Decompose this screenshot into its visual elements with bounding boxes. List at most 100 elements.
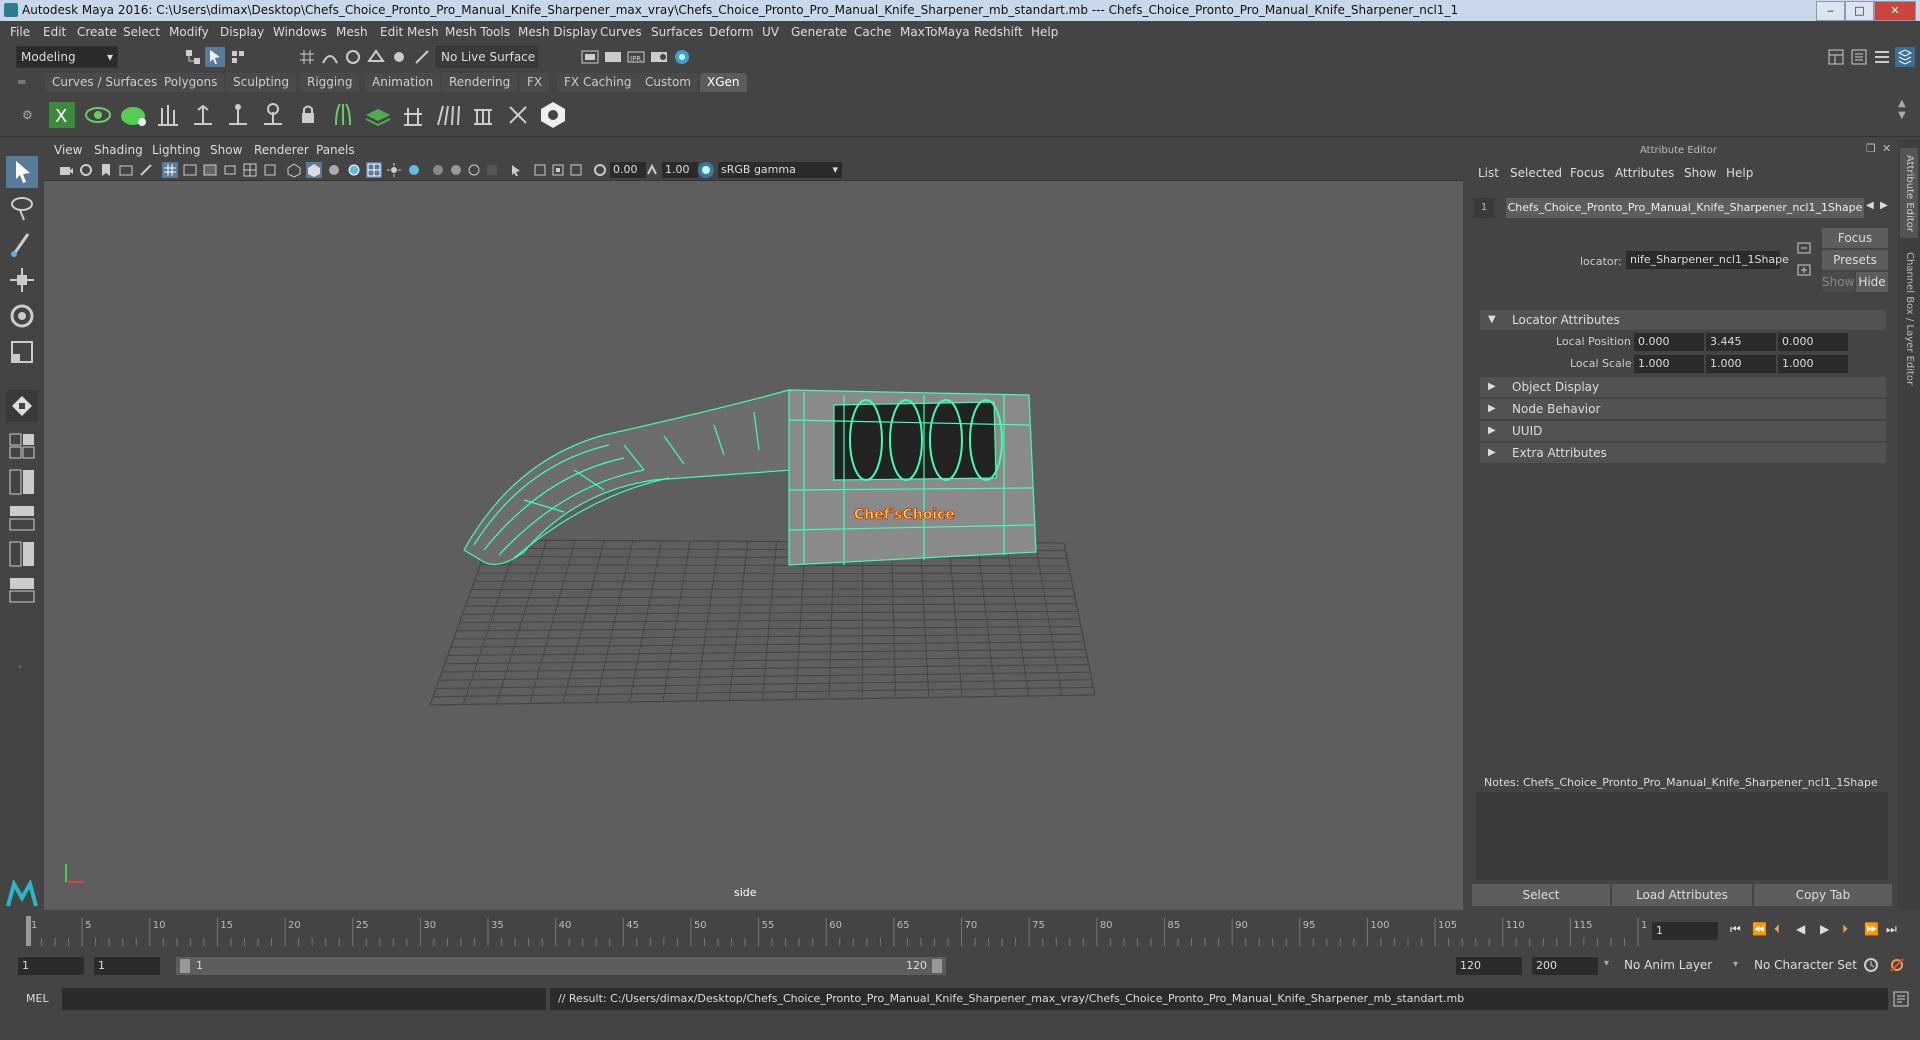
show-button[interactable]: Show	[1822, 272, 1854, 292]
camera-attributes-icon[interactable]	[78, 162, 94, 178]
range-slider[interactable]: 1 120	[176, 957, 946, 975]
locator-name-field[interactable]: nife_Sharpener_ncl1_1Shape	[1626, 251, 1789, 269]
default-material-icon[interactable]	[326, 162, 342, 178]
playback-end-field[interactable]: 120	[1456, 957, 1522, 975]
snap-curve-icon[interactable]	[320, 47, 340, 67]
xgen-editor-icon[interactable]: X	[47, 100, 77, 130]
menu-edit-mesh[interactable]: Edit Mesh	[380, 25, 439, 39]
render-view-icon[interactable]	[580, 47, 600, 67]
ae-menu-attributes[interactable]: Attributes	[1615, 166, 1674, 180]
select-tool-icon[interactable]	[6, 156, 38, 188]
script-editor-icon[interactable]	[1892, 990, 1910, 1008]
vp-menu-renderer[interactable]: Renderer	[254, 143, 309, 157]
camera-icon[interactable]	[58, 162, 74, 178]
character-set-dropdown[interactable]: No Character Set	[1750, 955, 1870, 975]
menu-windows[interactable]: Windows	[273, 25, 327, 39]
depth-of-field-icon[interactable]	[484, 162, 500, 178]
notes-field[interactable]	[1476, 792, 1888, 880]
lasso-tool-icon[interactable]	[6, 192, 38, 224]
xgen-groom-icon[interactable]	[398, 100, 428, 130]
section-uuid[interactable]: ▶ UUID	[1480, 421, 1886, 441]
anim-layer-dropdown[interactable]: No Anim Layer ▾	[1620, 955, 1738, 975]
menu-deform[interactable]: Deform	[709, 25, 754, 39]
tab-rigging[interactable]: Rigging	[300, 73, 360, 92]
ae-menu-focus[interactable]: Focus	[1570, 166, 1604, 180]
resolution-gate-icon[interactable]	[202, 162, 218, 178]
auto-key-icon[interactable]	[1862, 956, 1880, 974]
outliner-layout-icon[interactable]	[6, 502, 38, 534]
node-tab-index[interactable]: 1	[1474, 198, 1494, 218]
range-handle-start[interactable]	[180, 959, 190, 973]
current-frame-field[interactable]: 1	[1652, 922, 1718, 940]
vp-menu-panels[interactable]: Panels	[316, 143, 355, 157]
ambient-occlusion-icon[interactable]	[430, 162, 446, 178]
snap-point-icon[interactable]	[343, 47, 363, 67]
gate-mask-icon[interactable]	[222, 162, 238, 178]
go-to-end-icon[interactable]: ⏭	[1886, 922, 1897, 937]
tab-next-icon[interactable]: ▶	[1880, 200, 1888, 211]
menu-modify[interactable]: Modify	[169, 25, 209, 39]
wireframe-on-shaded-icon[interactable]	[346, 162, 362, 178]
go-input-icon[interactable]	[1796, 241, 1812, 255]
animation-end-field[interactable]: 200	[1532, 957, 1598, 975]
film-gate-icon[interactable]	[182, 162, 198, 178]
make-live-icon[interactable]	[412, 47, 432, 67]
go-output-icon[interactable]	[1796, 263, 1812, 277]
tab-fx-caching[interactable]: FX Caching	[557, 73, 639, 92]
channel-box-side-tab[interactable]: Channel Box / Layer Editor	[1900, 244, 1918, 394]
xgen-rebuild-icon[interactable]	[258, 100, 288, 130]
step-back-frame-icon[interactable]: ⏴	[1774, 922, 1780, 937]
four-view-layout-icon[interactable]	[6, 430, 38, 462]
xray-components-icon[interactable]	[568, 162, 584, 178]
tab-fx[interactable]: FX	[520, 73, 550, 92]
section-object-display[interactable]: ▶ Object Display	[1480, 377, 1886, 397]
menu-display[interactable]: Display	[220, 25, 264, 39]
tab-xgen[interactable]: XGen	[700, 73, 747, 92]
vp-menu-show[interactable]: Show	[210, 143, 242, 157]
time-slider[interactable]: 1 5 10 15 20 25 30 35 40 45 50 55 60 65 70 75 80 85 90 95 10…	[0, 912, 1920, 948]
command-input[interactable]	[62, 988, 546, 1010]
menu-generate[interactable]: Generate	[791, 25, 847, 39]
menu-select[interactable]: Select	[123, 25, 160, 39]
script-layout-icon[interactable]	[6, 574, 38, 606]
xgen-guide-icon[interactable]	[153, 100, 183, 130]
menu-curves[interactable]: Curves	[600, 25, 642, 39]
exposure-field[interactable]: 0.00	[610, 162, 646, 178]
presets-button[interactable]: Presets	[1822, 250, 1888, 270]
toolbox-more-icon[interactable]: ·	[18, 660, 22, 674]
attribute-editor-side-tab[interactable]: Attribute Editor	[1900, 148, 1918, 238]
xgen-create-description-icon[interactable]	[118, 100, 148, 130]
smooth-shade-icon[interactable]	[306, 162, 322, 178]
tab-curves-surfaces[interactable]: Curves / Surfaces	[45, 73, 165, 92]
menu-edit[interactable]: Edit	[43, 25, 66, 39]
textured-icon[interactable]	[366, 162, 382, 178]
select-object-icon[interactable]	[205, 47, 225, 67]
viewport-canvas[interactable]: Chef'sChoice	[44, 140, 1463, 910]
snap-grid-icon[interactable]	[297, 47, 317, 67]
graph-layout-icon[interactable]	[6, 538, 38, 570]
ipr-render-icon[interactable]: IPR	[626, 47, 646, 67]
range-handle-end[interactable]	[932, 959, 942, 973]
safe-action-icon[interactable]	[262, 162, 278, 178]
color-management-icon[interactable]	[698, 162, 714, 178]
hypershade-icon[interactable]	[672, 47, 692, 67]
paint-select-tool-icon[interactable]	[6, 228, 38, 260]
select-component-icon[interactable]	[228, 47, 248, 67]
step-forward-key-icon[interactable]: ⏩	[1864, 922, 1879, 936]
exposure-icon[interactable]	[592, 162, 608, 178]
render-settings-icon[interactable]	[649, 47, 669, 67]
xgen-sculpt-guide-icon[interactable]	[223, 100, 253, 130]
menu-help[interactable]: Help	[1031, 25, 1058, 39]
tab-prev-icon[interactable]: ◀	[1866, 200, 1874, 211]
time-slider-ruler[interactable]: 1 5 10 15 20 25 30 35 40 45 50 55 60 65 70 75 80 85 90 95 10…	[22, 912, 1648, 948]
vp-menu-lighting[interactable]: Lighting	[152, 143, 201, 157]
motion-blur-icon[interactable]	[448, 162, 464, 178]
select-button[interactable]: Select	[1472, 884, 1610, 906]
shelf-menu-icon[interactable]: ═	[18, 75, 25, 89]
load-attributes-button[interactable]: Load Attributes	[1612, 884, 1752, 906]
chevron-down-icon[interactable]: ▾	[1604, 958, 1609, 969]
copy-tab-button[interactable]: Copy Tab	[1754, 884, 1892, 906]
toggle-panels-icon[interactable]	[1849, 47, 1869, 67]
layout-toggle-icon[interactable]	[1872, 47, 1892, 67]
isolate-select-icon[interactable]	[508, 162, 524, 178]
